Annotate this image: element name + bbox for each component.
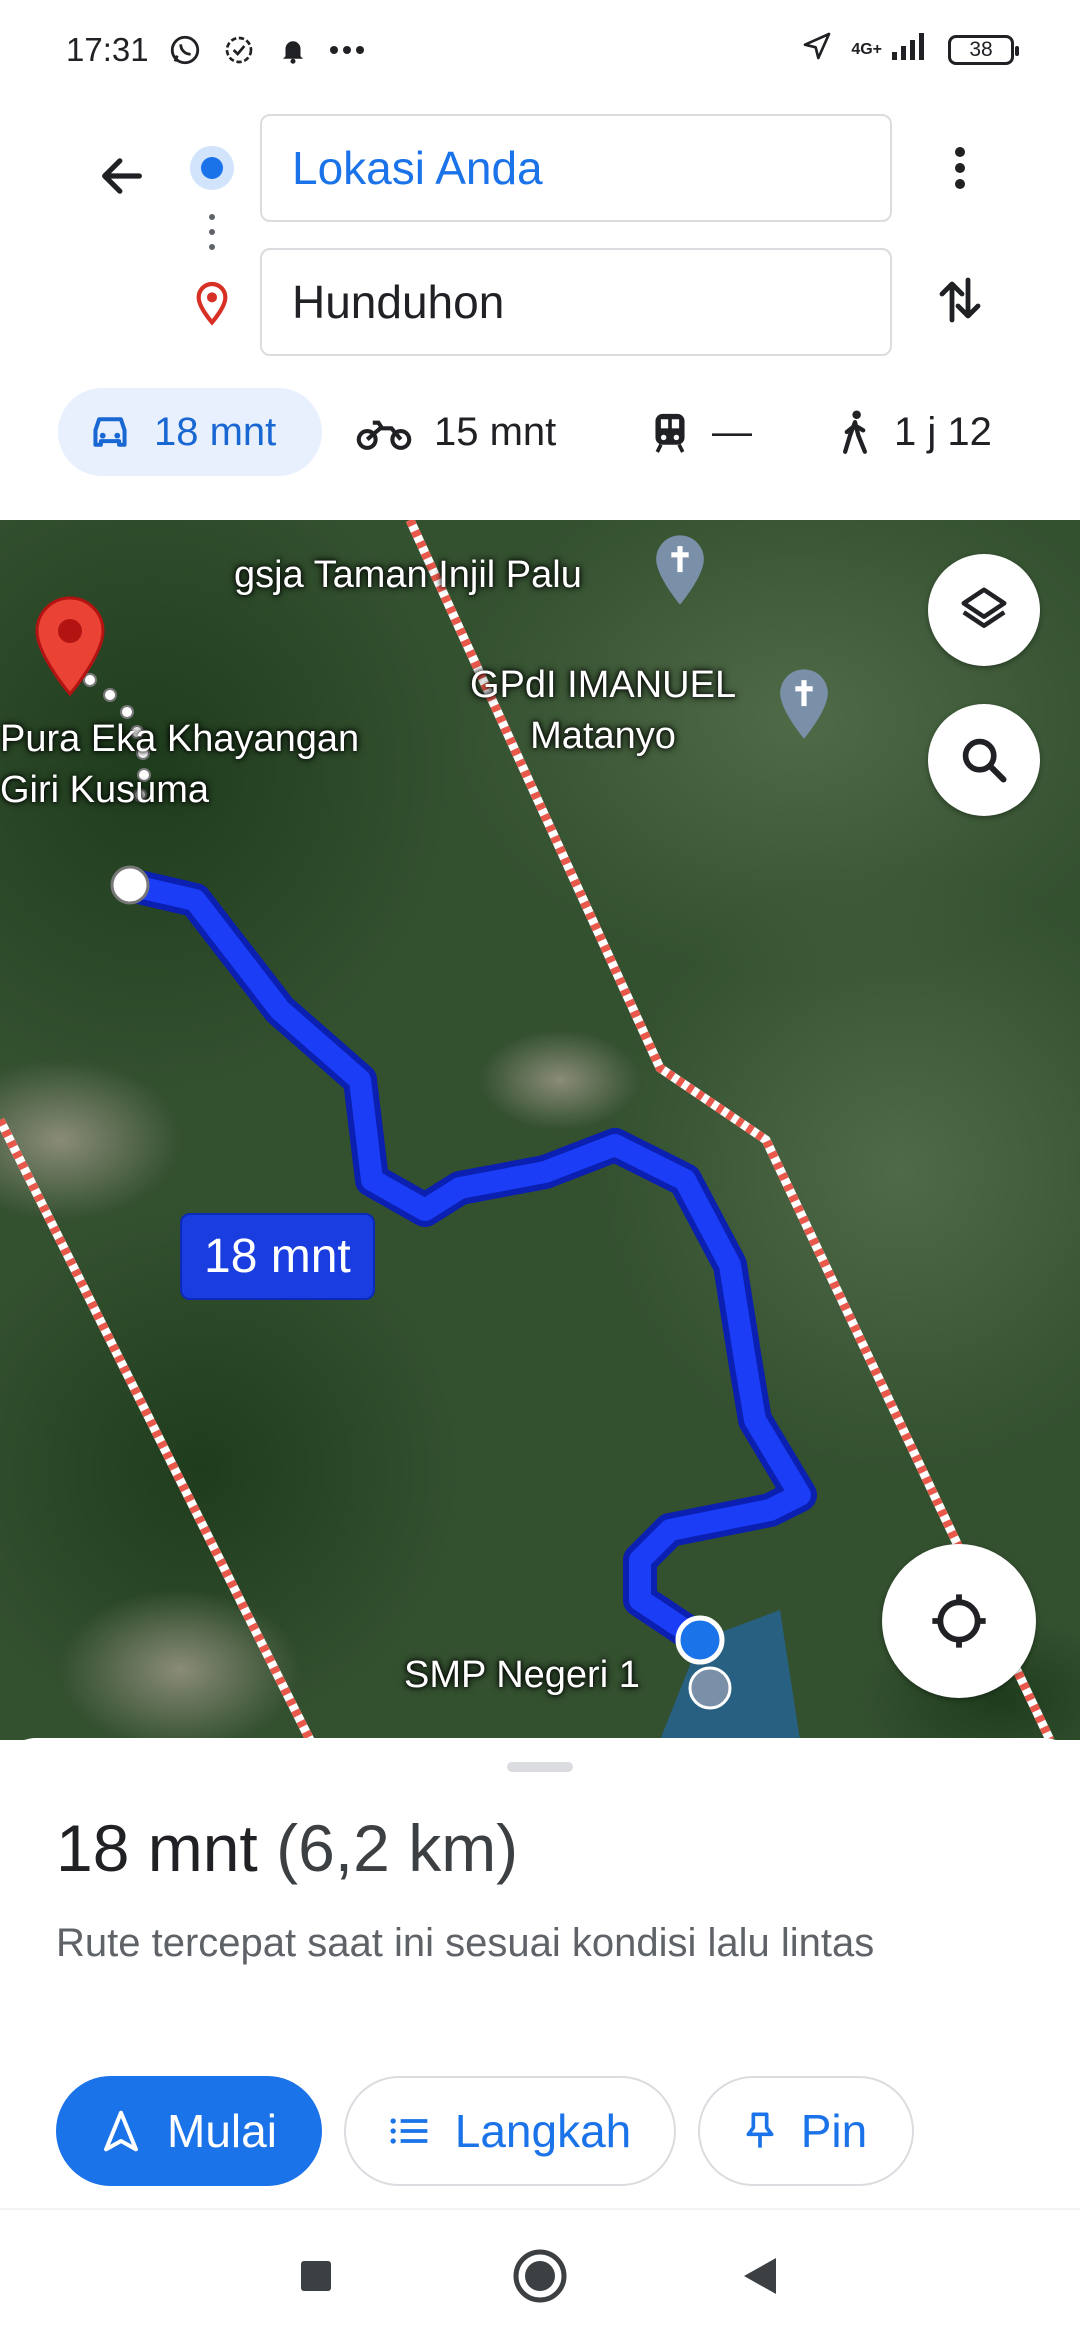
mode-motorcycle[interactable]: 15 mnt: [326, 388, 586, 476]
home-button[interactable]: [504, 2240, 576, 2312]
square-icon: [301, 2261, 331, 2291]
back-button[interactable]: [86, 140, 158, 212]
destination-marker-icon[interactable]: [34, 594, 106, 698]
route-subtitle: Rute tercepat saat ini sesuai kondisi la…: [56, 1921, 875, 1965]
destination-field[interactable]: Hunduhon: [260, 248, 892, 356]
route-duration: 18 mnt: [56, 1811, 258, 1885]
circle-home-icon: [513, 2249, 567, 2303]
mode-walk[interactable]: 1 j 12: [808, 388, 1022, 476]
arrow-left-icon: [102, 158, 142, 194]
walk-icon: [843, 410, 867, 454]
map-label-church-1[interactable]: gsja Taman Injil Palu: [234, 550, 582, 601]
triangle-back-icon: [744, 2258, 776, 2294]
signal-icon: [890, 30, 930, 70]
layers-button[interactable]: [928, 554, 1040, 666]
train-icon: [655, 413, 685, 453]
start-button[interactable]: Mulai: [56, 2076, 322, 2186]
navigation-arrow-icon: [104, 2110, 139, 2152]
map-label-school[interactable]: SMP Negeri 1: [404, 1650, 640, 1701]
map-label-church-2-line1: GPdI IMANUEL: [470, 664, 737, 706]
gps-crosshair-icon: [932, 1594, 986, 1648]
route-duration-badge[interactable]: 18 mnt: [180, 1213, 375, 1300]
map-label-church-2-line2: Matanyo: [530, 715, 676, 758]
route-summary: 18 mnt (6,2 km): [56, 1810, 518, 1886]
pin-icon: [746, 2112, 774, 2148]
steps-button-label: Langkah: [454, 2105, 632, 2157]
mode-motorcycle-label: 15 mnt: [434, 409, 557, 454]
car-icon: [93, 417, 127, 447]
pin-button-label: Pin: [800, 2105, 868, 2157]
church-pin-icon-2[interactable]: [778, 666, 830, 742]
whatsapp-icon: [167, 32, 203, 68]
search-map-button[interactable]: [928, 704, 1040, 816]
pin-button[interactable]: Pin: [698, 2076, 914, 2186]
map-view[interactable]: gsja Taman Injil Palu GPdI IMANUEL Matan…: [0, 520, 1080, 1740]
network-label: 4G+: [851, 41, 882, 58]
mode-transit[interactable]: —: [620, 388, 782, 476]
system-nav-bar: [0, 2208, 1080, 2340]
map-label-church-2[interactable]: GPdI IMANUEL Matanyo: [470, 660, 736, 763]
layers-icon: [961, 587, 1007, 628]
map-label-temple-line1: Pura Eka Khayangan: [0, 718, 360, 760]
mode-car-label: 18 mnt: [154, 409, 277, 454]
steps-button[interactable]: Langkah: [344, 2076, 676, 2186]
badge-check-icon: [221, 32, 257, 68]
back-nav-button[interactable]: [724, 2240, 796, 2312]
my-location-button[interactable]: [882, 1544, 1036, 1698]
swap-button[interactable]: [922, 260, 998, 340]
route-distance: (6,2 km): [276, 1811, 519, 1885]
more-vert-icon: [955, 147, 965, 189]
status-time: 17:31: [66, 31, 149, 68]
more-dots-icon: [329, 32, 365, 68]
origin-field[interactable]: Lokasi Anda: [260, 114, 892, 222]
destination-pin-icon: [196, 281, 228, 326]
more-options-button[interactable]: [922, 128, 998, 208]
map-label-temple-line2: Giri Kusuma: [0, 769, 210, 812]
sheet-drag-handle[interactable]: [507, 1762, 573, 1772]
connector-dots-icon: [209, 214, 215, 250]
motorcycle-icon: [356, 420, 412, 450]
mode-walk-label: 1 j 12: [894, 409, 992, 454]
start-button-label: Mulai: [167, 2105, 277, 2157]
bell-icon: [275, 32, 311, 68]
map-label-temple[interactable]: Pura Eka Khayangan Giri Kusuma: [0, 714, 359, 817]
mode-transit-label: —: [712, 409, 752, 454]
route-summary-sheet: 18 mnt (6,2 km) Rute tercepat saat ini s…: [0, 1738, 1080, 2208]
origin-dot-icon: [190, 146, 234, 190]
status-bar: 17:31 4G+ 38: [0, 0, 1080, 100]
search-icon: [962, 738, 1007, 783]
church-pin-icon[interactable]: [654, 532, 706, 608]
recents-button[interactable]: [280, 2240, 352, 2312]
travel-modes: 18 mnt 15 mnt — 1 j 12: [0, 388, 1080, 518]
swap-vert-icon: [939, 277, 981, 323]
battery-indicator: 38: [948, 35, 1019, 65]
location-arrow-icon: [801, 30, 833, 70]
directions-header: Lokasi Anda Hunduhon 18 mnt 15 mnt — 1 j…: [0, 100, 1080, 520]
mode-car[interactable]: 18 mnt: [58, 388, 322, 476]
list-icon: [390, 2118, 428, 2144]
